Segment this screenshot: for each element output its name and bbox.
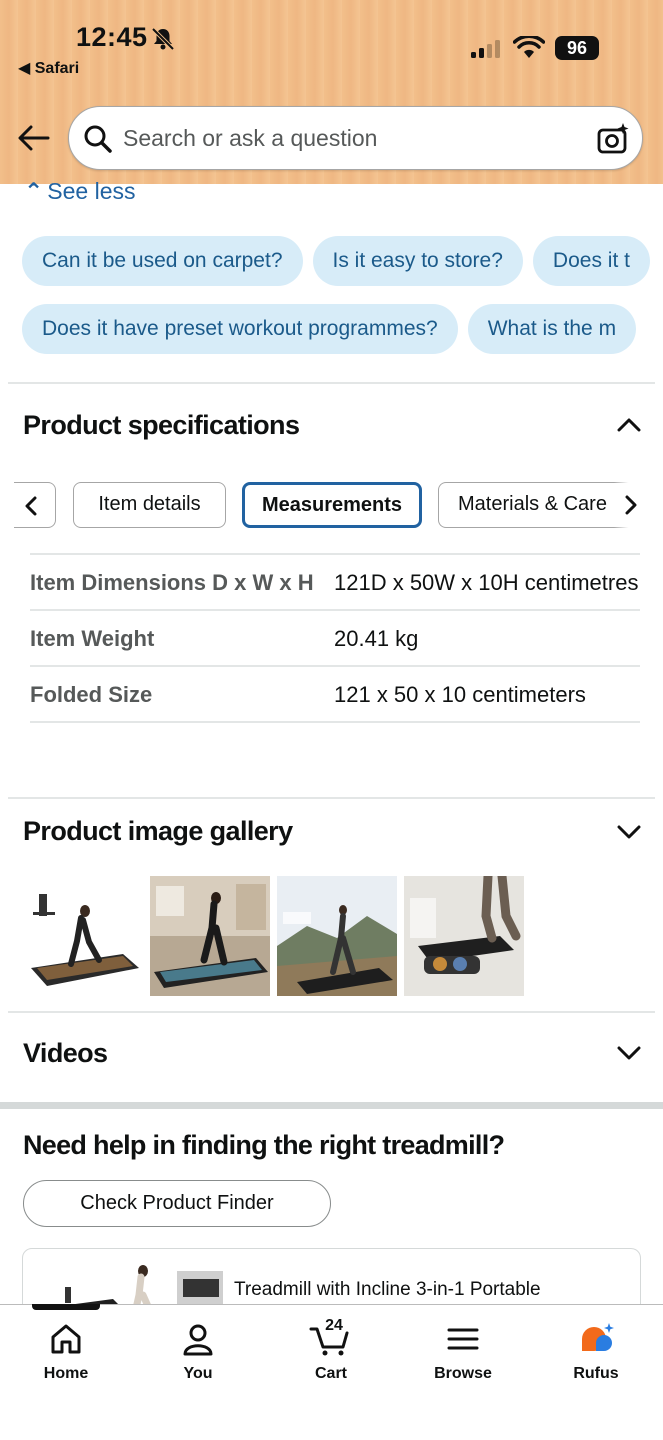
nav-rufus-label: Rufus: [573, 1365, 619, 1382]
check-product-finder-button[interactable]: Check Product Finder: [23, 1180, 331, 1227]
chevron-up-icon[interactable]: [616, 414, 642, 434]
specifications-table: Item Dimensions D x W x H 121D x 50W x 1…: [30, 553, 640, 723]
videos-title[interactable]: Videos: [23, 1038, 108, 1069]
nav-browse[interactable]: Browse: [413, 1321, 513, 1383]
bell-muted-icon: [151, 27, 175, 51]
section-separator: [0, 1102, 663, 1109]
gallery-thumbnail[interactable]: [150, 876, 270, 996]
gallery-thumbnail[interactable]: [277, 876, 397, 996]
chevron-down-icon[interactable]: [616, 822, 642, 842]
nav-you[interactable]: You: [148, 1321, 248, 1383]
question-chip[interactable]: What is the m: [467, 304, 637, 354]
search-icon: [84, 125, 112, 153]
product-title: Treadmill with Incline 3-in-1 Portable: [234, 1279, 541, 1300]
nav-browse-label: Browse: [434, 1365, 492, 1382]
menu-icon: [447, 1328, 479, 1350]
nav-rufus[interactable]: Rufus: [546, 1321, 646, 1383]
search-input[interactable]: [123, 121, 563, 155]
chevron-right-icon: [625, 495, 637, 515]
rufus-icon: [582, 1323, 614, 1351]
signal-icon: [471, 40, 500, 58]
chevron-left-icon: [25, 496, 37, 516]
help-title: Need help in finding the right treadmill…: [23, 1130, 505, 1160]
search-bar[interactable]: [68, 106, 643, 170]
gallery-thumbnail[interactable]: [23, 876, 143, 996]
divider: [8, 382, 655, 384]
wifi-icon: [513, 36, 545, 58]
active-tab-indicator: [32, 1304, 100, 1310]
question-chip[interactable]: Can it be used on carpet?: [22, 236, 303, 286]
product-specifications-title[interactable]: Product specifications: [23, 410, 300, 441]
tab-item-details[interactable]: Item details: [73, 482, 226, 528]
nav-you-label: You: [183, 1365, 213, 1382]
question-chip[interactable]: Does it t: [532, 236, 650, 286]
status-time: 12:45: [76, 22, 148, 52]
tab-measurements[interactable]: Measurements: [242, 482, 422, 528]
spec-value: 121D x 50W x 10H centimetres: [334, 570, 639, 595]
table-row: Item Dimensions D x W x H 121D x 50W x 1…: [30, 553, 640, 609]
user-icon: [183, 1324, 213, 1356]
divider: [8, 1011, 655, 1013]
spec-value: 20.41 kg: [334, 626, 419, 651]
chevron-up-icon: ⌃: [24, 178, 44, 204]
table-row: Item Weight 20.41 kg: [30, 609, 640, 665]
gallery-thumbnail[interactable]: [404, 876, 524, 996]
tab-materials-care[interactable]: Materials & Care: [438, 482, 635, 528]
nav-cart[interactable]: 24 Cart: [281, 1317, 381, 1383]
cart-count-badge: 24: [325, 1317, 343, 1334]
battery-indicator: 96: [555, 36, 599, 60]
spec-value: 121 x 50 x 10 centimeters: [334, 682, 586, 707]
see-less-link[interactable]: ⌃ See less: [24, 178, 136, 205]
treadmill-living-room-image: [150, 876, 270, 996]
spec-key: Item Weight: [30, 626, 155, 651]
table-row: Folded Size 121 x 50 x 10 centimeters: [30, 665, 640, 723]
question-chip[interactable]: Does it have preset workout programmes?: [22, 304, 458, 354]
question-chips-row-1: Can it be used on carpet? Is it easy to s…: [22, 236, 660, 286]
back-to-safari[interactable]: ◀ Safari: [18, 58, 79, 78]
product-image-gallery-title[interactable]: Product image gallery: [23, 816, 293, 847]
treadmill-motor-image: [404, 876, 524, 996]
nav-home-label: Home: [43, 1365, 89, 1382]
spec-key: Folded Size: [30, 682, 153, 707]
back-arrow-icon[interactable]: [16, 120, 52, 156]
tabs-scroll-right-button[interactable]: [614, 482, 650, 528]
chevron-down-icon[interactable]: [616, 1043, 642, 1063]
treadmill-image: [23, 876, 143, 996]
spec-key: Item Dimensions D x W x H: [30, 570, 314, 595]
bottom-navigation: Home You 24 Cart Browse Rufus: [0, 1304, 663, 1440]
camera-search-icon[interactable]: [595, 121, 631, 157]
question-chip[interactable]: Is it easy to store?: [312, 236, 523, 286]
nav-home[interactable]: Home: [16, 1321, 116, 1383]
question-chips-row-2: Does it have preset workout programmes? W…: [22, 304, 646, 354]
top-header: 12:45 ◀ Safari 96: [0, 0, 663, 184]
nav-cart-label: Cart: [314, 1365, 347, 1382]
home-icon: [51, 1324, 81, 1354]
tabs-scroll-left-button[interactable]: [14, 482, 56, 528]
divider: [8, 797, 655, 799]
treadmill-outdoor-image: [277, 876, 397, 996]
see-less-label: See less: [47, 178, 136, 204]
